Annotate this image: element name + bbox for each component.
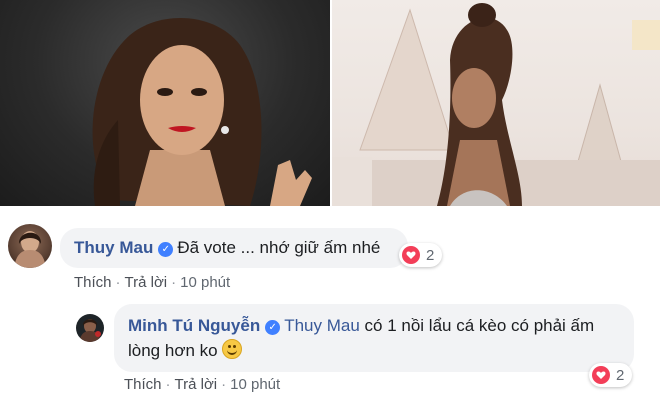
comment-bubble: Thuy Mau ✓ Đã vote ... nhớ giữ ấm nhé — [60, 228, 408, 268]
avatar[interactable] — [76, 314, 104, 342]
reply-link[interactable]: Trả lời — [175, 376, 218, 393]
mention-link[interactable]: Thuy Mau — [284, 316, 360, 335]
reply-actions: Thích · Trả lời · 10 phút — [124, 376, 280, 393]
reaction-number: 2 — [426, 246, 435, 264]
reply-author[interactable]: Minh Tú Nguyễn — [128, 316, 260, 335]
reply-text-2: lòng hơn ko — [128, 341, 218, 360]
reaction-count[interactable]: 2 — [399, 243, 443, 267]
reply-comment: Minh Tú Nguyễn ✓ Thuy Mau có 1 nồi lẩu cá … — [0, 300, 660, 414]
verified-badge-icon: ✓ — [265, 320, 281, 335]
separator-dot: · — [165, 376, 171, 393]
separator-dot: · — [171, 274, 177, 291]
portrait-illustration — [92, 18, 312, 206]
like-link[interactable]: Thích — [124, 376, 162, 393]
comment-text: Đã vote ... nhớ giữ ấm nhé — [177, 238, 381, 257]
reply-text-1: có 1 nồi lẩu cá kèo có phải ấm — [359, 316, 595, 335]
heart-icon — [592, 366, 610, 384]
like-link[interactable]: Thích — [74, 274, 112, 291]
reply-line-1: Minh Tú Nguyễn ✓ Thuy Mau có 1 nồi lẩu cá … — [128, 313, 620, 338]
avatar-image — [14, 231, 46, 268]
reaction-count[interactable]: 2 — [589, 363, 633, 387]
timestamp[interactable]: 10 phút — [230, 376, 280, 393]
heart-icon — [402, 246, 420, 264]
avatar[interactable] — [8, 224, 52, 268]
reaction-number: 2 — [616, 366, 625, 384]
avatar-image — [79, 319, 101, 342]
right-photo[interactable] — [332, 0, 660, 206]
comment-author[interactable]: Thuy Mau — [74, 238, 153, 257]
timestamp[interactable]: 10 phút — [180, 274, 230, 291]
smile-emoji-icon — [221, 339, 242, 359]
scene-illustration — [332, 3, 660, 206]
photo-strip — [0, 0, 660, 206]
separator-dot: · — [221, 376, 227, 393]
reply-bubble: Minh Tú Nguyễn ✓ Thuy Mau có 1 nồi lẩu cá … — [114, 304, 634, 372]
left-photo[interactable] — [0, 0, 330, 206]
reply-line-2: lòng hơn ko — [128, 338, 620, 363]
reply-link[interactable]: Trả lời — [125, 274, 168, 291]
verified-badge-icon: ✓ — [158, 242, 174, 257]
comment-actions: Thích · Trả lời · 10 phút — [74, 274, 230, 291]
separator-dot: · — [115, 274, 121, 291]
